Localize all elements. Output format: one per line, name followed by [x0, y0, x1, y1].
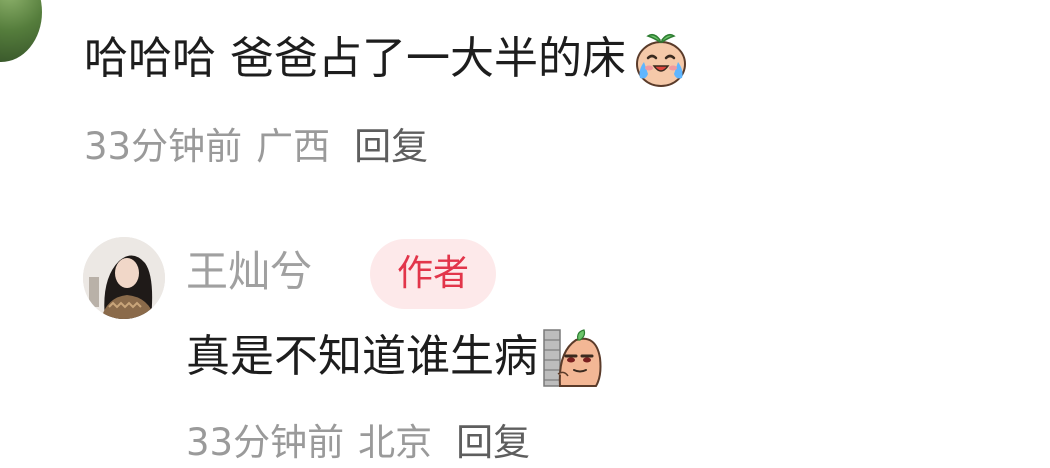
author-name[interactable]: 王灿兮 — [186, 244, 312, 300]
comment-time: 33分钟前 — [84, 125, 243, 168]
reply-body: 真是不知道谁生病 — [186, 326, 604, 388]
comment-meta: 33分钟前 广西 回复 — [84, 122, 442, 172]
author-avatar[interactable] — [83, 237, 165, 319]
comment-location: 广西 — [256, 125, 331, 168]
reply-meta: 33分钟前 北京 回复 — [186, 418, 544, 468]
commenter-avatar[interactable] — [0, 0, 42, 62]
reply-time: 33分钟前 — [186, 421, 345, 464]
peeking-wall-emoji-icon — [542, 326, 604, 388]
reply-location: 北京 — [358, 421, 433, 464]
reply-text: 真是不知道谁生病 — [186, 331, 538, 382]
comment-text: 哈哈哈 爸爸占了一大半的床 — [84, 33, 626, 84]
author-badge: 作者 — [370, 239, 496, 309]
comment-body: 哈哈哈 爸爸占了一大半的床 — [84, 28, 692, 90]
reply-button[interactable]: 回复 — [354, 125, 428, 168]
crying-laugh-emoji-icon — [630, 28, 692, 90]
reply-to-reply-button[interactable]: 回复 — [456, 421, 530, 464]
